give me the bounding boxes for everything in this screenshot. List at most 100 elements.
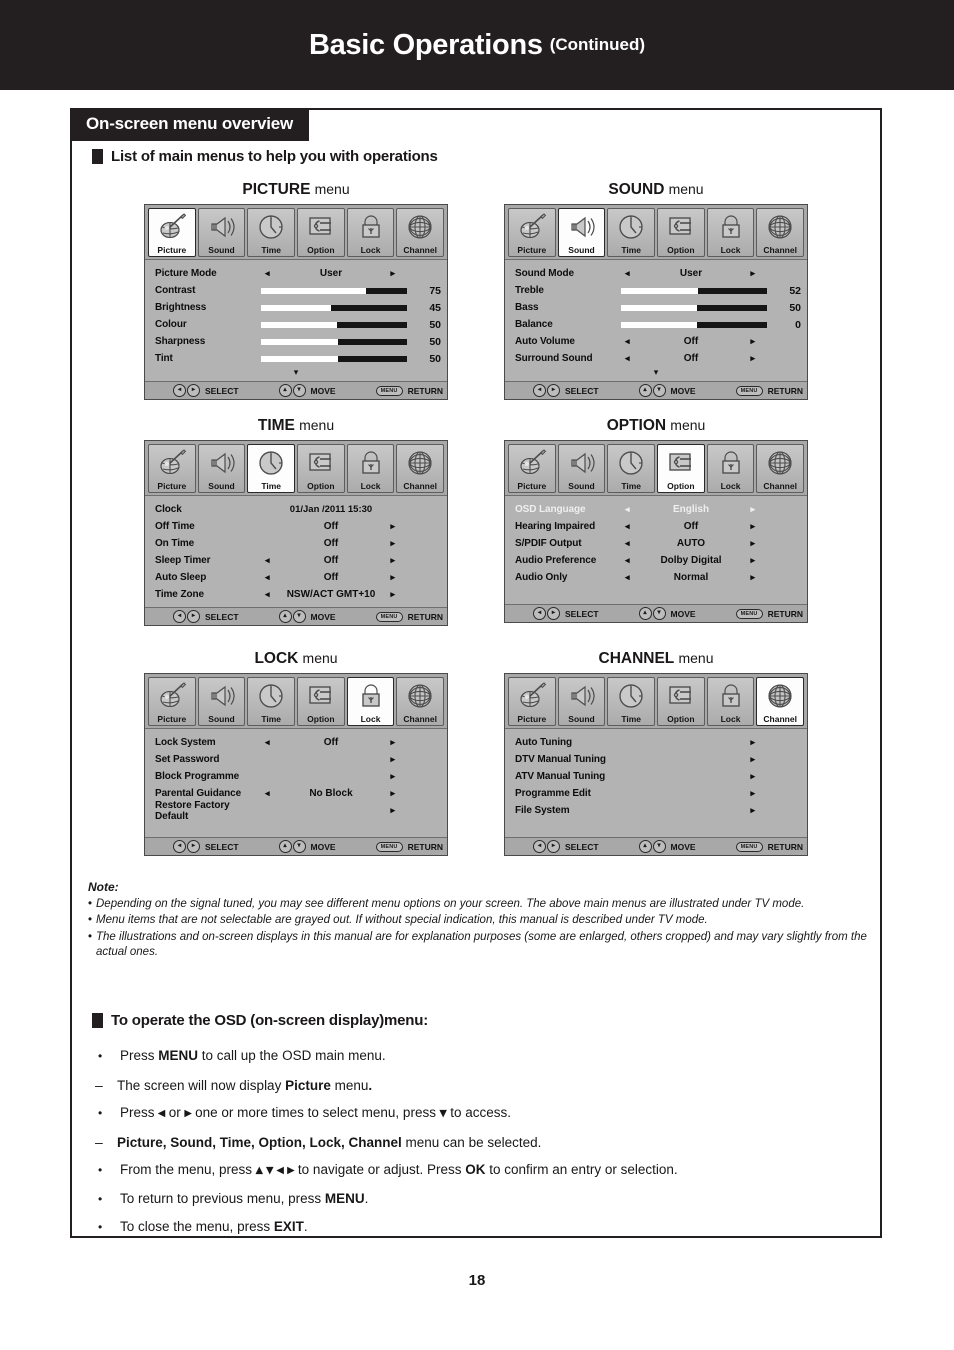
osd-tab-option[interactable]: Option — [297, 208, 345, 257]
right-arrow-icon[interactable]: ▸ — [750, 573, 755, 582]
osd-tab-lock[interactable]: Lock — [706, 444, 755, 493]
osd-row[interactable]: Audio Only ◂ Normal ▸ — [515, 569, 797, 586]
osd-tab-time[interactable]: Time — [247, 208, 296, 257]
right-arrow-icon[interactable]: ▸ — [390, 772, 395, 781]
osd-row[interactable]: Clock 01/Jan /2011 15:30 — [155, 501, 437, 518]
osd-row[interactable]: Off Time Off ▸ — [155, 518, 437, 535]
right-arrow-icon[interactable]: ▸ — [390, 789, 395, 798]
osd-row[interactable]: Auto Volume ◂ Off ▸ — [515, 333, 797, 350]
osd-tab-lock[interactable]: Lock — [346, 677, 395, 726]
right-arrow-icon[interactable]: ▸ — [750, 354, 755, 363]
osd-tab-sound[interactable]: Sound — [557, 208, 606, 257]
osd-tab-lock[interactable]: Lock — [346, 444, 395, 493]
osd-tab-channel[interactable]: Channel — [396, 444, 445, 493]
osd-row[interactable]: Bass 50 — [515, 299, 801, 316]
osd-tab-picture[interactable]: Picture — [148, 444, 196, 493]
osd-tab-sound[interactable]: Sound — [197, 208, 246, 257]
osd-row[interactable]: Treble 52 — [515, 282, 801, 299]
right-arrow-icon[interactable]: ▸ — [390, 539, 395, 548]
osd-row[interactable]: DTV Manual Tuning ▸ — [515, 751, 797, 768]
osd-slider[interactable] — [259, 287, 407, 294]
right-arrow-icon[interactable]: ▸ — [750, 789, 755, 798]
osd-row[interactable]: ATV Manual Tuning ▸ — [515, 768, 797, 785]
osd-tab-option[interactable]: Option — [657, 677, 705, 726]
right-arrow-icon[interactable]: ▸ — [750, 522, 755, 531]
osd-tab-picture[interactable]: Picture — [508, 208, 556, 257]
osd-tab-channel[interactable]: Channel — [756, 677, 805, 726]
right-arrow-icon[interactable]: ▸ — [390, 590, 395, 599]
osd-row[interactable]: Lock System ◂ Off ▸ — [155, 734, 437, 751]
right-arrow-icon[interactable]: ▸ — [390, 738, 395, 747]
right-arrow-icon[interactable]: ▸ — [750, 806, 755, 815]
osd-row[interactable]: Block Programme ▸ — [155, 768, 437, 785]
osd-row[interactable]: Set Password ▸ — [155, 751, 437, 768]
right-arrow-icon[interactable]: ▸ — [750, 337, 755, 346]
osd-slider[interactable] — [619, 287, 767, 294]
osd-row[interactable]: Audio Preference ◂ Dolby Digital ▸ — [515, 552, 797, 569]
osd-tab-picture[interactable]: Picture — [508, 677, 556, 726]
osd-row[interactable]: Colour 50 — [155, 316, 441, 333]
right-arrow-icon[interactable]: ▸ — [750, 772, 755, 781]
osd-tab-picture[interactable]: Picture — [508, 444, 556, 493]
osd-row[interactable]: Contrast 75 — [155, 282, 441, 299]
osd-row[interactable]: Balance 0 — [515, 316, 801, 333]
right-arrow-icon[interactable]: ▸ — [750, 539, 755, 548]
right-arrow-icon[interactable]: ▸ — [750, 556, 755, 565]
right-arrow-icon[interactable]: ▸ — [390, 556, 395, 565]
osd-tab-option[interactable]: Option — [657, 444, 705, 493]
osd-row[interactable]: Sound Mode ◂ User ▸ — [515, 265, 797, 282]
osd-tab-picture[interactable]: Picture — [148, 677, 196, 726]
osd-tab-channel[interactable]: Channel — [396, 677, 445, 726]
right-arrow-icon[interactable]: ▸ — [390, 806, 395, 815]
osd-row[interactable]: Brightness 45 — [155, 299, 441, 316]
osd-row[interactable]: File System ▸ — [515, 802, 797, 819]
osd-tab-option[interactable]: Option — [297, 444, 345, 493]
osd-slider[interactable] — [259, 304, 407, 311]
osd-slider[interactable] — [259, 321, 407, 328]
right-arrow-icon[interactable]: ▸ — [750, 269, 755, 278]
osd-tab-sound[interactable]: Sound — [197, 677, 246, 726]
osd-row[interactable]: Sleep Timer ◂ Off ▸ — [155, 552, 437, 569]
osd-row[interactable]: Picture Mode ◂ User ▸ — [155, 265, 437, 282]
scroll-down-icon[interactable]: ▾ — [515, 368, 797, 377]
osd-slider[interactable] — [259, 338, 407, 345]
osd-tab-time[interactable]: Time — [247, 677, 296, 726]
right-arrow-icon[interactable]: ▸ — [750, 755, 755, 764]
osd-slider[interactable] — [619, 304, 767, 311]
right-arrow-icon[interactable]: ▸ — [390, 522, 395, 531]
osd-slider[interactable] — [259, 355, 407, 362]
osd-row[interactable]: Hearing Impaired ◂ Off ▸ — [515, 518, 797, 535]
right-arrow-icon[interactable]: ▸ — [390, 573, 395, 582]
scroll-down-icon[interactable]: ▾ — [155, 368, 437, 377]
osd-tab-time[interactable]: Time — [607, 677, 656, 726]
osd-tab-lock[interactable]: Lock — [706, 677, 755, 726]
osd-tab-sound[interactable]: Sound — [557, 677, 606, 726]
osd-tab-picture[interactable]: Picture — [148, 208, 196, 257]
right-arrow-icon[interactable]: ▸ — [390, 269, 395, 278]
osd-row[interactable]: Auto Sleep ◂ Off ▸ — [155, 569, 437, 586]
osd-row[interactable]: OSD Language ◂ English ▸ — [515, 501, 797, 518]
osd-tab-sound[interactable]: Sound — [557, 444, 606, 493]
osd-tab-sound[interactable]: Sound — [197, 444, 246, 493]
osd-row[interactable]: Sharpness 50 — [155, 333, 441, 350]
osd-slider[interactable] — [619, 321, 767, 328]
osd-row[interactable]: Time Zone ◂ NSW/ACT GMT+10 ▸ — [155, 586, 437, 603]
osd-tab-lock[interactable]: Lock — [706, 208, 755, 257]
osd-row[interactable]: Auto Tuning ▸ — [515, 734, 797, 751]
right-arrow-icon[interactable]: ▸ — [750, 738, 755, 747]
osd-tab-channel[interactable]: Channel — [756, 208, 805, 257]
osd-tab-time[interactable]: Time — [247, 444, 296, 493]
osd-row[interactable]: Surround Sound ◂ Off ▸ — [515, 350, 797, 367]
osd-tab-channel[interactable]: Channel — [756, 444, 805, 493]
osd-row[interactable]: Tint 50 — [155, 350, 441, 367]
osd-tab-option[interactable]: Option — [297, 677, 345, 726]
osd-tab-time[interactable]: Time — [607, 208, 656, 257]
right-arrow-icon[interactable]: ▸ — [750, 505, 755, 514]
osd-tab-lock[interactable]: Lock — [346, 208, 395, 257]
osd-tab-option[interactable]: Option — [657, 208, 705, 257]
osd-tab-channel[interactable]: Channel — [396, 208, 445, 257]
osd-row[interactable]: Restore Factory Default ▸ — [155, 800, 437, 822]
osd-row[interactable]: On Time Off ▸ — [155, 535, 437, 552]
osd-row[interactable]: S/PDIF Output ◂ AUTO ▸ — [515, 535, 797, 552]
osd-tab-time[interactable]: Time — [607, 444, 656, 493]
